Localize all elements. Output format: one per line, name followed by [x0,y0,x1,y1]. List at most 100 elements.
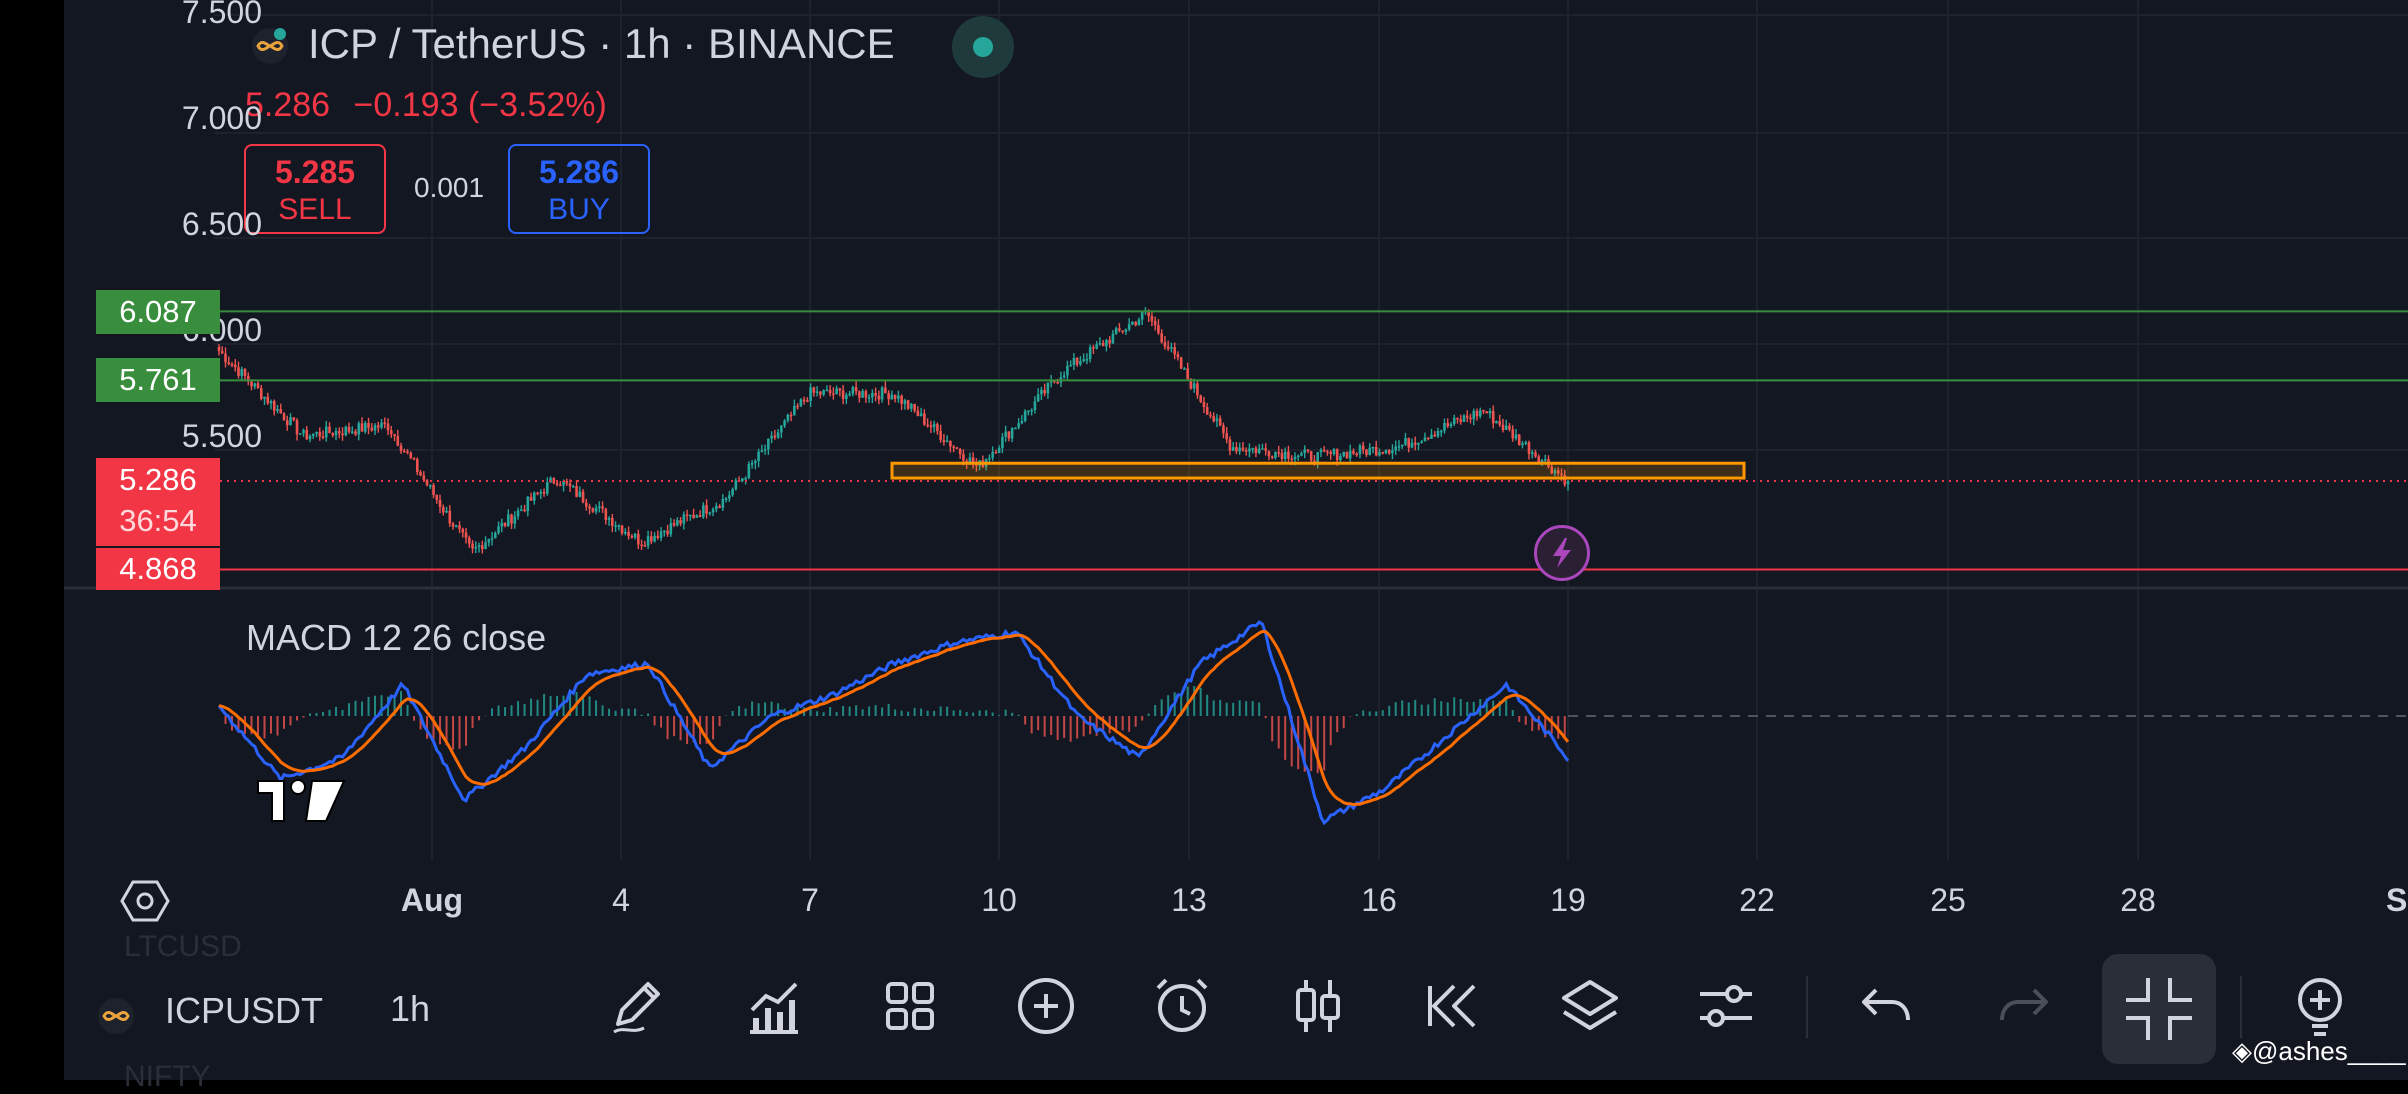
layers-icon[interactable] [1556,972,1624,1040]
candle-body [1218,418,1222,426]
candle-body [731,489,734,496]
buy-button[interactable]: 5.286 BUY [508,144,650,234]
sell-button[interactable]: 5.285 SELL [244,144,386,234]
candle-body [1485,411,1489,414]
buy-label: BUY [548,193,610,226]
symbol-title[interactable]: ICP / TetherUS · 1h · BINANCE [308,20,895,68]
candles-icon[interactable] [1284,972,1352,1040]
candle-body [419,472,422,476]
pencil-icon[interactable] [604,972,672,1040]
candle-body [708,512,712,514]
chart-trend-icon[interactable] [740,972,808,1040]
candle-body [952,446,955,449]
candle-body [318,431,322,437]
chart-canvas[interactable] [64,0,2408,940]
candle-body [1430,434,1433,439]
candle-body [1410,442,1414,448]
candle-body [1443,423,1446,431]
candle-body [604,508,608,520]
rewind-icon[interactable] [1420,972,1488,1040]
candle-body [406,451,409,453]
candle-body [685,514,689,516]
macd-indicator-label[interactable]: MACD 12 26 close [246,617,546,659]
candle-body [819,391,822,395]
candle-body [633,533,637,538]
candle-body [1462,415,1466,422]
candle-body [467,537,471,544]
level-tag-high[interactable]: 6.087 [96,290,220,334]
candle-body [718,506,721,508]
candle-body [640,544,643,547]
candle-body [354,431,357,435]
candle-body [871,392,874,398]
candle-body [1420,441,1424,443]
candle-body [942,440,946,442]
candle-body [428,485,432,487]
collapse-button[interactable] [2102,954,2216,1064]
candle-body [1235,447,1238,452]
candle-body [1121,330,1124,332]
time-tick: 7 [801,882,819,918]
event-marker[interactable] [1534,525,1590,581]
candle-body [1280,452,1284,460]
candle-body [594,507,598,512]
level-tag-low[interactable]: 4.868 [96,548,220,590]
candle-body [546,482,549,494]
candle-body [887,393,890,400]
icp-logo-icon [98,998,134,1034]
candle-body [838,388,842,391]
candle-body [1010,428,1014,439]
alarm-clock-icon[interactable] [1148,972,1216,1040]
candle-body [276,409,279,411]
candle-body [1199,395,1202,402]
chart-settings-icon[interactable] [120,876,170,926]
symbol-logo[interactable] [250,26,290,66]
candle-body [1371,446,1375,449]
candle-body [1530,452,1534,454]
sliders-icon[interactable] [1692,972,1760,1040]
candle-body [1511,429,1515,439]
interval-selector[interactable]: 1h [390,988,430,1030]
symbol-label[interactable]: ICPUSDT [165,990,323,1032]
candle-body [780,425,783,433]
candle-body [220,351,224,354]
candle-body [461,528,465,533]
candle-body [328,426,331,434]
candle-body [425,479,429,486]
candle-body [1209,414,1212,417]
icp-logo-icon [252,28,288,64]
candle-body [1319,449,1323,453]
candle-body [1365,449,1368,455]
redo-icon[interactable] [1990,972,2058,1040]
candle-body [997,448,1001,453]
chart-panel[interactable]: ICP / TetherUS · 1h · BINANCE 5.286 −0.1… [64,0,2408,940]
level-tag-mid[interactable]: 5.761 [96,358,220,402]
tradingview-logo-icon[interactable] [254,775,350,827]
candle-body [903,400,907,404]
candle-body [728,495,731,499]
candle-body [926,424,929,427]
candle-body [663,530,666,533]
candle-body [988,457,991,460]
idea-bulb-icon[interactable] [2286,972,2354,1040]
undo-icon[interactable] [1852,972,1920,1040]
candle-body [536,492,539,495]
candle-body [1251,448,1254,450]
candle-body [298,433,302,435]
candle-body [1534,452,1537,457]
candle-body [666,530,669,535]
candle-body [568,483,572,487]
candle-body [1205,407,1209,415]
candle-body [1397,445,1401,448]
chart-overlays [220,310,2408,571]
candle-body [435,494,439,500]
plus-circle-icon[interactable] [1012,972,1080,1040]
candle-body [962,454,965,461]
candle-body [1105,339,1108,347]
candle-body [308,435,312,440]
market-status-indicator[interactable] [952,16,1014,78]
candle-body [1345,451,1349,459]
candle-body [1075,357,1079,365]
candle-body [1196,383,1199,396]
grid-icon[interactable] [876,972,944,1040]
